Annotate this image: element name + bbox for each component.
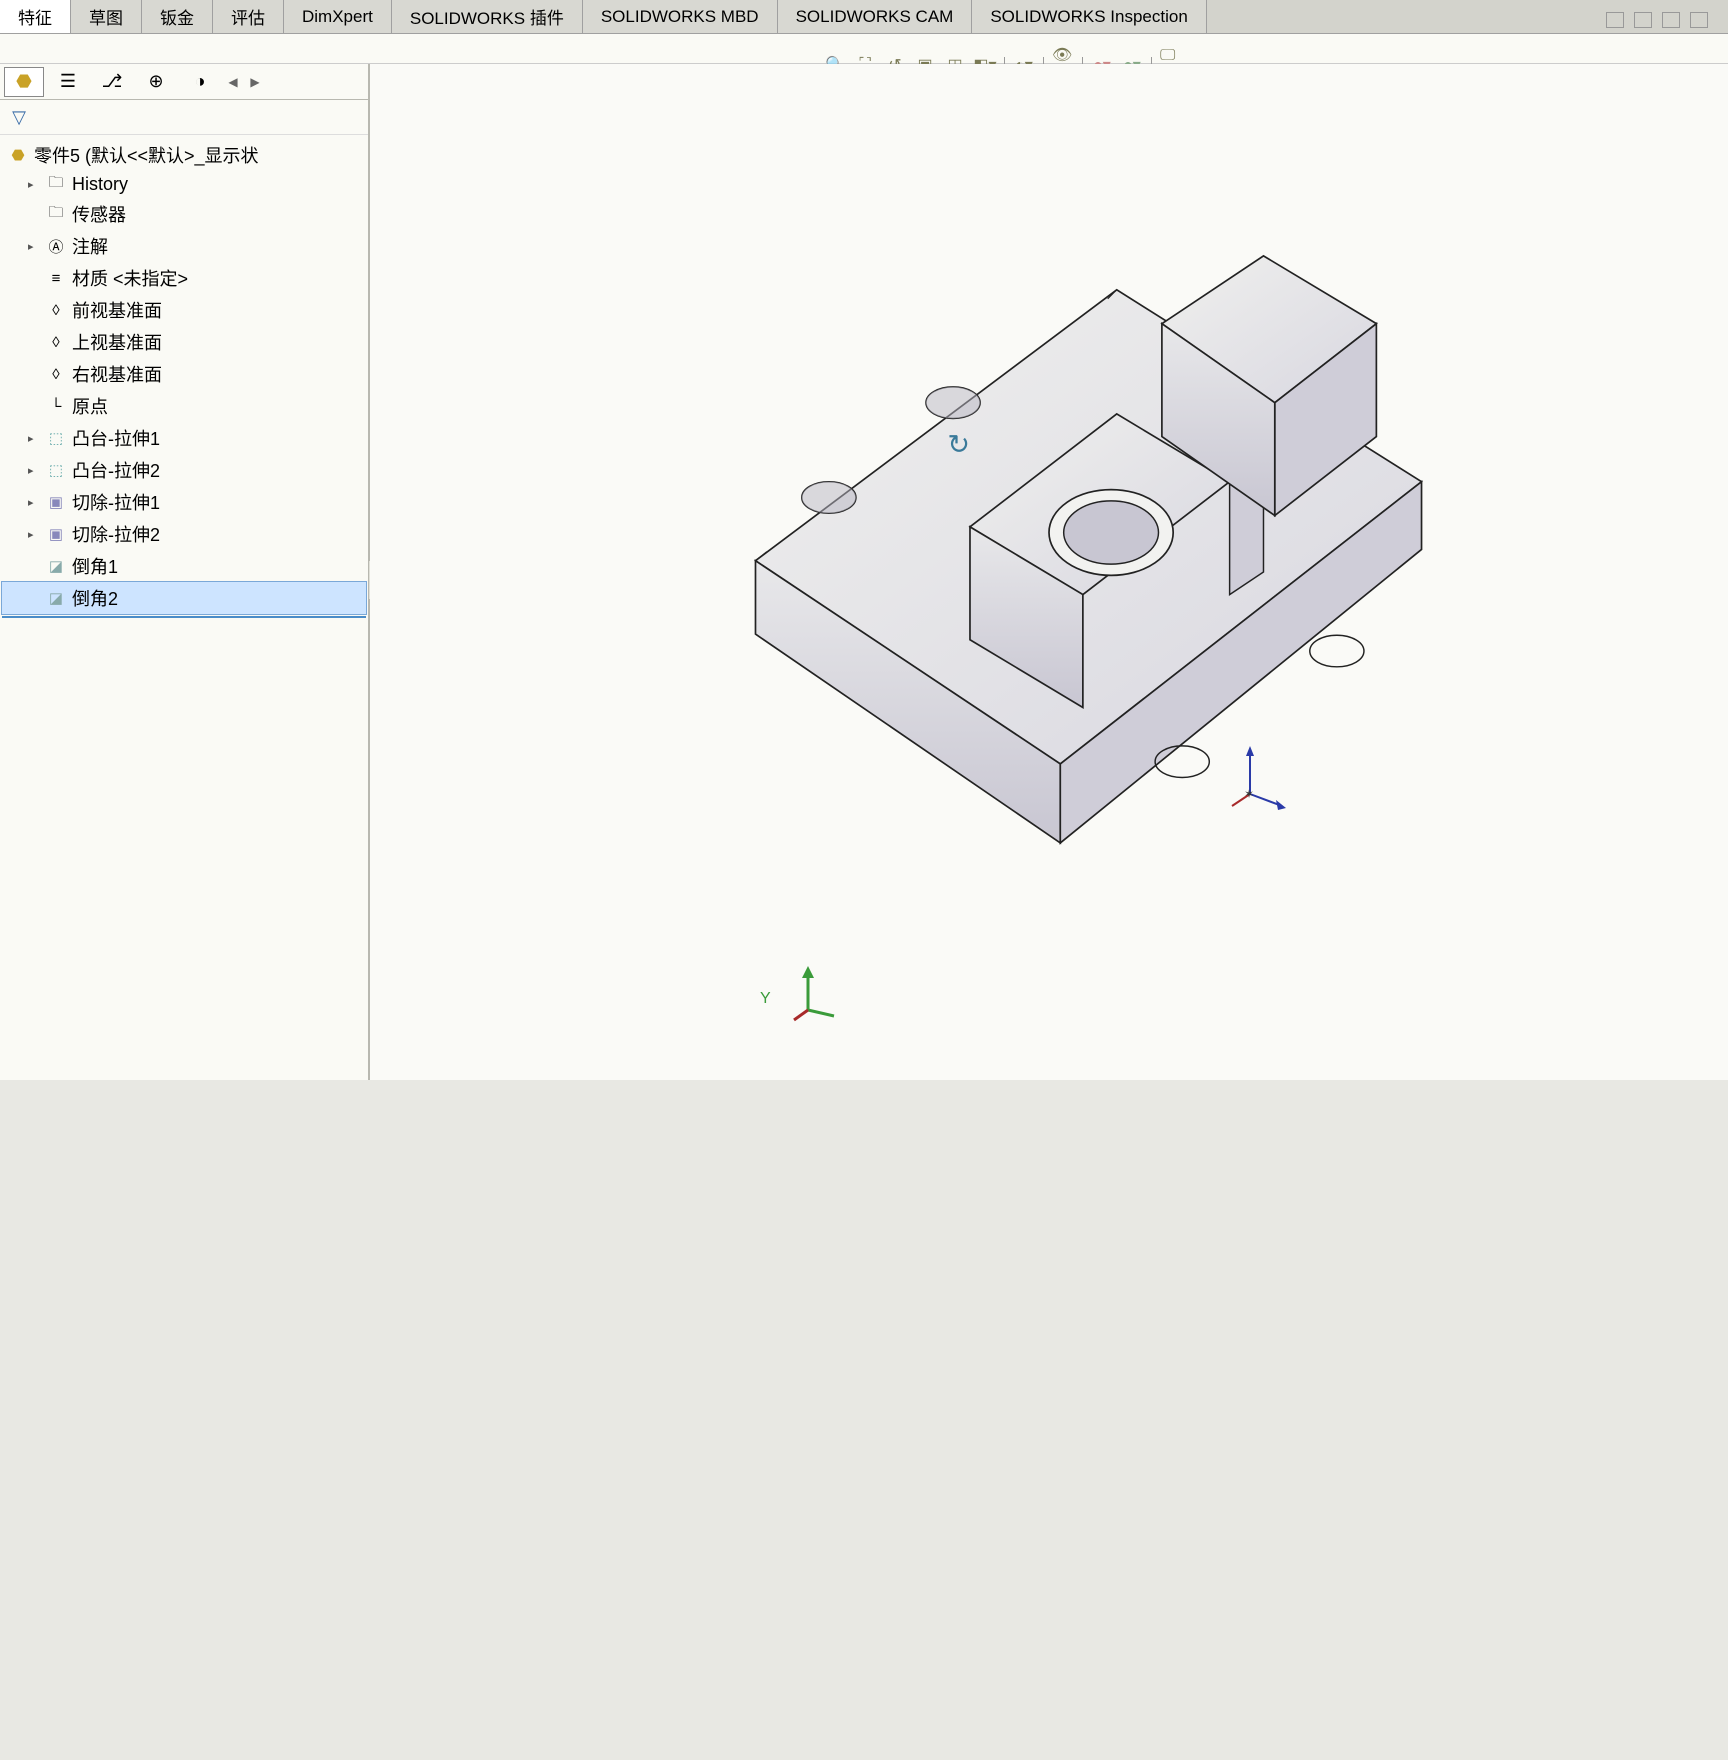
tab-sketch[interactable]: 草图 (71, 0, 142, 33)
tab-dimxpert[interactable]: DimXpert (284, 0, 392, 33)
tree-item-material[interactable]: ≡ 材质 <未指定> (2, 262, 366, 294)
tree-root-label: 零件5 (默认<<默认>_显示状 (34, 142, 259, 168)
tree-item-right-plane[interactable]: ◊ 右视基准面 (2, 358, 366, 390)
tree-item-label: 原点 (72, 393, 108, 419)
graphics-viewport[interactable]: ↻ ✶ Y (370, 64, 1728, 1080)
origin-triad-icon: ✶ (1230, 744, 1728, 1760)
origin-icon: └ (46, 396, 66, 416)
tab-cam[interactable]: SOLIDWORKS CAM (778, 0, 973, 33)
dimxpert-tab-icon[interactable]: ⊕ (136, 67, 176, 97)
tree-item-label: 凸台-拉伸1 (72, 425, 160, 451)
tree-item-front-plane[interactable]: ◊ 前视基准面 (2, 294, 366, 326)
feature-tree: ⬣ 零件5 (默认<<默认>_显示状 ▸ 🗀 History 🗀 传感器 ▸ Ⓐ… (0, 135, 368, 1080)
tree-item-cut-extrude2[interactable]: ▸ ▣ 切除-拉伸2 (2, 518, 366, 550)
svg-text:↻: ↻ (947, 428, 970, 459)
axis-indicator: Y (790, 962, 865, 1060)
chamfer-icon: ◪ (46, 588, 66, 608)
panel-tab-bar: ⬣ ☰ ⎇ ⊕ ◑ ◀ ▶ (0, 64, 368, 100)
window-btn-3[interactable] (1662, 12, 1680, 28)
displaymanager-tab-icon[interactable]: ◑ (180, 67, 220, 97)
window-btn-4[interactable] (1690, 12, 1708, 28)
chamfer-icon: ◪ (46, 556, 66, 576)
expand-icon[interactable]: ▸ (28, 240, 40, 253)
plane-icon: ◊ (46, 332, 66, 352)
tab-addins[interactable]: SOLIDWORKS 插件 (392, 0, 583, 33)
svg-text:✶: ✶ (1244, 787, 1254, 801)
tree-item-history[interactable]: ▸ 🗀 History (2, 171, 366, 198)
folder-icon: 🗀 (46, 175, 66, 195)
tab-mbd[interactable]: SOLIDWORKS MBD (583, 0, 778, 33)
tree-item-label: 注解 (72, 233, 108, 259)
material-icon: ≡ (46, 268, 66, 288)
tree-item-label: 传感器 (72, 201, 126, 227)
filter-icon[interactable]: ▽ (8, 106, 30, 128)
extrude-icon: ⬚ (46, 428, 66, 448)
tree-item-annotations[interactable]: ▸ Ⓐ 注解 (2, 230, 366, 262)
tree-item-label: 切除-拉伸1 (72, 489, 160, 515)
tree-item-cut-extrude1[interactable]: ▸ ▣ 切除-拉伸1 (2, 486, 366, 518)
panel-tab-left-icon[interactable]: ◀ (224, 75, 242, 89)
expand-icon[interactable]: ▸ (28, 432, 40, 445)
tree-item-boss-extrude2[interactable]: ▸ ⬚ 凸台-拉伸2 (2, 454, 366, 486)
filter-row: ▽ (0, 100, 368, 135)
rollback-bar[interactable] (2, 616, 366, 618)
tree-item-label: 倒角1 (72, 553, 118, 579)
tree-item-label: 上视基准面 (72, 329, 162, 355)
tree-item-label: 右视基准面 (72, 361, 162, 387)
featuremanager-tab-icon[interactable]: ⬣ (4, 67, 44, 97)
command-manager-tabs: 特征 草图 钣金 评估 DimXpert SOLIDWORKS 插件 SOLID… (0, 0, 1728, 34)
propertymanager-tab-icon[interactable]: ☰ (48, 67, 88, 97)
part-icon: ⬣ (8, 145, 28, 165)
configurationmanager-tab-icon[interactable]: ⎇ (92, 67, 132, 97)
annotation-icon: Ⓐ (46, 236, 66, 256)
cut-icon: ▣ (46, 492, 66, 512)
panel-tab-right-icon[interactable]: ▶ (246, 75, 264, 89)
tree-item-chamfer1[interactable]: ◪ 倒角1 (2, 550, 366, 582)
y-axis-label: Y (760, 990, 771, 1007)
tab-sheetmetal[interactable]: 钣金 (142, 0, 213, 33)
tab-evaluate[interactable]: 评估 (213, 0, 284, 33)
tree-item-label: 倒角2 (72, 585, 118, 611)
tree-item-chamfer2[interactable]: ◪ 倒角2 (2, 582, 366, 614)
expand-icon[interactable]: ▸ (28, 496, 40, 509)
tree-item-origin[interactable]: └ 原点 (2, 390, 366, 422)
cut-icon: ▣ (46, 524, 66, 544)
feature-manager-panel: ⬣ ☰ ⎇ ⊕ ◑ ◀ ▶ ▽ ⬣ 零件5 (默认<<默认>_显示状 ▸ 🗀 H… (0, 64, 370, 1080)
tab-inspection[interactable]: SOLIDWORKS Inspection (972, 0, 1206, 33)
tree-item-label: 材质 <未指定> (72, 265, 188, 291)
plane-icon: ◊ (46, 300, 66, 320)
expand-icon[interactable]: ▸ (28, 178, 40, 191)
tree-item-label: 凸台-拉伸2 (72, 457, 160, 483)
tree-item-sensors[interactable]: 🗀 传感器 (2, 198, 366, 230)
window-controls (1606, 12, 1708, 28)
window-btn-2[interactable] (1634, 12, 1652, 28)
tree-item-boss-extrude1[interactable]: ▸ ⬚ 凸台-拉伸1 (2, 422, 366, 454)
tree-item-label: 前视基准面 (72, 297, 162, 323)
tree-item-label: History (72, 174, 128, 195)
expand-icon[interactable]: ▸ (28, 528, 40, 541)
tree-item-top-plane[interactable]: ◊ 上视基准面 (2, 326, 366, 358)
tab-features[interactable]: 特征 (0, 0, 71, 33)
tree-root-part[interactable]: ⬣ 零件5 (默认<<默认>_显示状 (2, 139, 366, 171)
window-btn-1[interactable] (1606, 12, 1624, 28)
extrude-icon: ⬚ (46, 460, 66, 480)
sensor-icon: 🗀 (46, 204, 66, 224)
tree-item-label: 切除-拉伸2 (72, 521, 160, 547)
plane-icon: ◊ (46, 364, 66, 384)
expand-icon[interactable]: ▸ (28, 464, 40, 477)
